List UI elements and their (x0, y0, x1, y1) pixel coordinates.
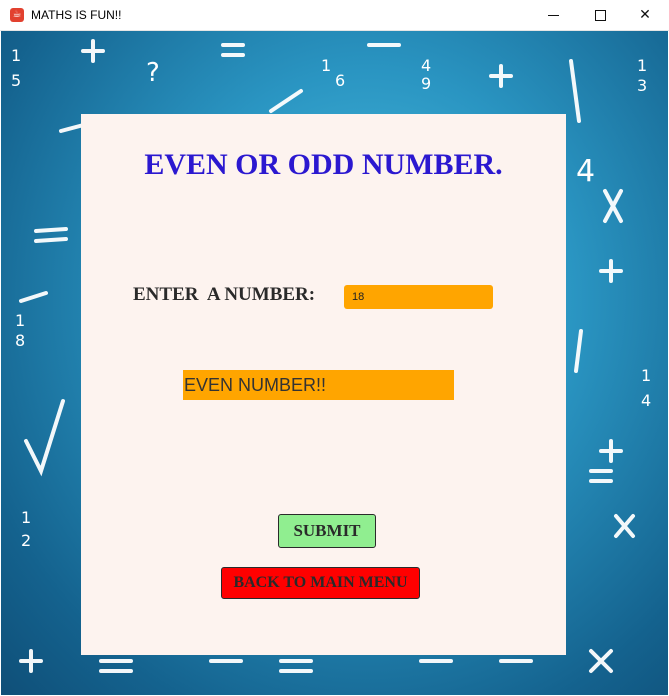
svg-text:4: 4 (576, 154, 595, 189)
page-title: EVEN OR ODD NUMBER. (144, 148, 503, 181)
minimize-icon (548, 15, 559, 16)
svg-text:4: 4 (421, 56, 431, 75)
back-to-main-menu-button[interactable]: BACK TO MAIN MENU (221, 567, 420, 599)
submit-button[interactable]: SUBMIT (278, 514, 376, 548)
maximize-icon (595, 10, 606, 21)
svg-text:4: 4 (641, 391, 651, 410)
java-app-icon: ☕ (10, 8, 24, 22)
minimize-button[interactable] (531, 0, 577, 31)
svg-text:3: 3 (637, 76, 647, 95)
svg-text:1: 1 (637, 56, 647, 75)
svg-text:6: 6 (335, 71, 345, 90)
svg-text:1: 1 (21, 508, 31, 527)
svg-text:1: 1 (641, 366, 651, 385)
close-icon: ✕ (639, 7, 651, 23)
number-label: ENTER A NUMBER: (133, 284, 316, 305)
svg-text:9: 9 (421, 74, 431, 93)
result-field: EVEN NUMBER!! (183, 370, 454, 400)
svg-text:?: ? (146, 58, 160, 88)
maximize-button[interactable] (577, 0, 623, 31)
svg-text:2: 2 (21, 531, 31, 550)
background-area: 15 ? 16 49 13 4 18 14 12 EVEN OR ODD NUM… (1, 31, 668, 695)
main-panel: EVEN OR ODD NUMBER. ENTER A NUMBER: EVEN… (81, 114, 566, 655)
svg-text:5: 5 (11, 71, 21, 90)
svg-text:1: 1 (15, 311, 25, 330)
close-button[interactable]: ✕ (622, 0, 668, 31)
title-bar: ☕ MATHS IS FUN!! ✕ (0, 0, 669, 31)
svg-text:8: 8 (15, 331, 25, 350)
window-title: MATHS IS FUN!! (31, 8, 122, 22)
number-input[interactable] (344, 285, 493, 309)
svg-text:1: 1 (11, 46, 21, 65)
svg-text:1: 1 (321, 56, 331, 75)
